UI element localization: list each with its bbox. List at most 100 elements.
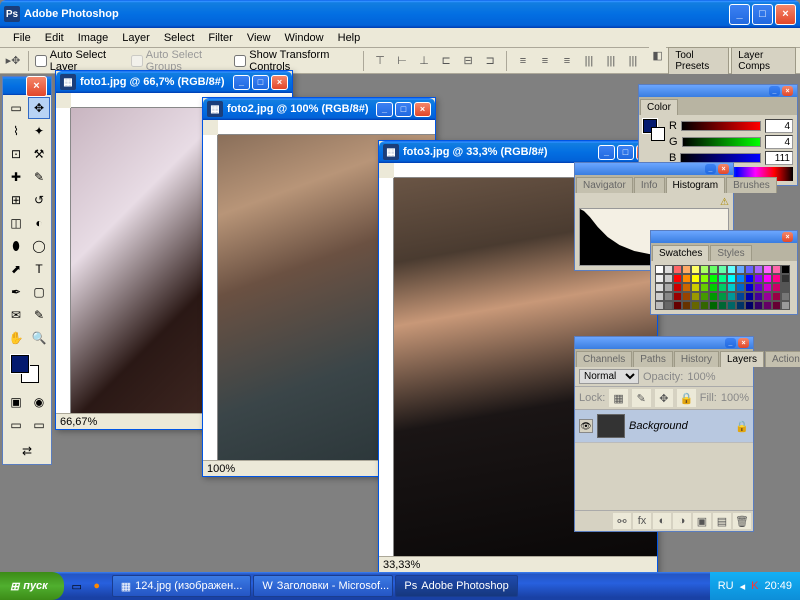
r-value[interactable]	[765, 119, 793, 133]
blur-tool[interactable]: ⬮	[5, 235, 27, 257]
tray-icon[interactable]: ◂	[740, 580, 746, 593]
swatch[interactable]	[718, 265, 727, 274]
link-layers-icon[interactable]: ⚯	[613, 513, 631, 529]
swatch[interactable]	[772, 283, 781, 292]
swatch[interactable]	[772, 265, 781, 274]
layers-tab[interactable]: Layers	[720, 351, 764, 367]
brushes-tab[interactable]: Brushes	[726, 177, 777, 193]
align-right-icon[interactable]: ⊐	[480, 52, 500, 70]
swatch[interactable]	[664, 301, 673, 310]
color-picker[interactable]	[3, 351, 51, 389]
new-layer-icon[interactable]: ▤	[713, 513, 731, 529]
swatch[interactable]	[673, 283, 682, 292]
swatch[interactable]	[745, 265, 754, 274]
firefox-icon[interactable]: ●	[88, 577, 106, 595]
swatch[interactable]	[664, 274, 673, 283]
swatch[interactable]	[772, 292, 781, 301]
swatch[interactable]	[736, 283, 745, 292]
blend-mode-select[interactable]: Normal	[579, 369, 639, 384]
show-desktop-icon[interactable]: ▭	[68, 577, 86, 595]
stamp-tool[interactable]: ⊞	[5, 189, 27, 211]
menu-view[interactable]: View	[240, 30, 278, 46]
swatch[interactable]	[763, 274, 772, 283]
move-tool[interactable]: ✥	[28, 97, 50, 119]
opacity-value[interactable]: 100%	[687, 371, 715, 383]
lock-all-icon[interactable]: 🔒	[677, 389, 696, 407]
show-transform-checkbox[interactable]: Show Transform Controls	[234, 49, 357, 73]
heal-tool[interactable]: ✚	[5, 166, 27, 188]
swatch[interactable]	[736, 265, 745, 274]
distribute-icon[interactable]: |||	[623, 52, 643, 70]
swatch[interactable]	[772, 274, 781, 283]
align-vcenter-icon[interactable]: ⊢	[392, 52, 412, 70]
align-top-icon[interactable]: ⊤	[370, 52, 390, 70]
swatch[interactable]	[682, 301, 691, 310]
swatch[interactable]	[709, 292, 718, 301]
menu-window[interactable]: Window	[278, 30, 331, 46]
wand-tool[interactable]: ✦	[28, 120, 50, 142]
layer-thumbnail[interactable]	[597, 414, 625, 438]
swatch[interactable]	[781, 265, 790, 274]
bg-swatch[interactable]	[651, 127, 665, 141]
swatch[interactable]	[673, 292, 682, 301]
swatch[interactable]	[781, 301, 790, 310]
move-tool-icon[interactable]: ▸✥	[4, 52, 22, 70]
menu-help[interactable]: Help	[331, 30, 368, 46]
swatch[interactable]	[745, 283, 754, 292]
swatch[interactable]	[727, 292, 736, 301]
swatch[interactable]	[664, 265, 673, 274]
swatch[interactable]	[682, 283, 691, 292]
clock[interactable]: 20:49	[764, 580, 792, 592]
gradient-tool[interactable]: ◐	[28, 212, 50, 234]
imageready-icon[interactable]: ⇄	[5, 440, 49, 462]
group-icon[interactable]: ▣	[693, 513, 711, 529]
swatch[interactable]	[673, 301, 682, 310]
swatch[interactable]	[691, 301, 700, 310]
swatch[interactable]	[709, 283, 718, 292]
panel-close-button[interactable]: ×	[782, 86, 793, 96]
lock-transparency-icon[interactable]: ▦	[609, 389, 628, 407]
align-bottom-icon[interactable]: ⊥	[414, 52, 434, 70]
brush-tool[interactable]: ✎	[28, 166, 50, 188]
swatch[interactable]	[664, 283, 673, 292]
navigator-tab[interactable]: Navigator	[576, 177, 633, 193]
delete-layer-icon[interactable]: 🗑	[733, 513, 751, 529]
swatch[interactable]	[772, 301, 781, 310]
crop-tool[interactable]: ⊡	[5, 143, 27, 165]
auto-select-layer-checkbox[interactable]: Auto Select Layer	[35, 49, 125, 73]
panel-minimize-button[interactable]: _	[769, 86, 780, 96]
swatch[interactable]	[781, 274, 790, 283]
doc3-titlebar[interactable]: ▦ foto3.jpg @ 33,3% (RGB/8#) _ □ ×	[379, 141, 657, 163]
swatch[interactable]	[691, 292, 700, 301]
history-tab[interactable]: History	[674, 351, 719, 367]
swatch[interactable]	[673, 274, 682, 283]
lock-paint-icon[interactable]: ✎	[632, 389, 651, 407]
kaspersky-icon[interactable]: K	[751, 580, 758, 592]
swatch[interactable]	[673, 265, 682, 274]
standard-mode-icon[interactable]: ▣	[5, 391, 27, 413]
distribute-icon[interactable]: ≡	[513, 52, 533, 70]
swatch[interactable]	[664, 292, 673, 301]
layer-name[interactable]: Background	[629, 420, 688, 432]
menu-filter[interactable]: Filter	[201, 30, 239, 46]
swatch[interactable]	[763, 283, 772, 292]
quickmask-mode-icon[interactable]: ◉	[28, 391, 50, 413]
swatch[interactable]	[682, 265, 691, 274]
layer-style-icon[interactable]: fx	[633, 513, 651, 529]
paths-tab[interactable]: Paths	[633, 351, 673, 367]
info-tab[interactable]: Info	[634, 177, 665, 193]
swatch[interactable]	[763, 265, 772, 274]
swatch[interactable]	[727, 274, 736, 283]
swatch[interactable]	[754, 301, 763, 310]
swatch[interactable]	[700, 301, 709, 310]
swatch[interactable]	[754, 274, 763, 283]
swatch[interactable]	[736, 274, 745, 283]
swatch[interactable]	[736, 301, 745, 310]
swatch[interactable]	[718, 292, 727, 301]
warning-icon[interactable]: ⚠	[579, 197, 729, 208]
histogram-tab[interactable]: Histogram	[666, 177, 726, 193]
swatch[interactable]	[754, 265, 763, 274]
notes-tool[interactable]: ✉	[5, 304, 27, 326]
swatches-grid[interactable]	[655, 265, 793, 310]
distribute-icon[interactable]: |||	[601, 52, 621, 70]
